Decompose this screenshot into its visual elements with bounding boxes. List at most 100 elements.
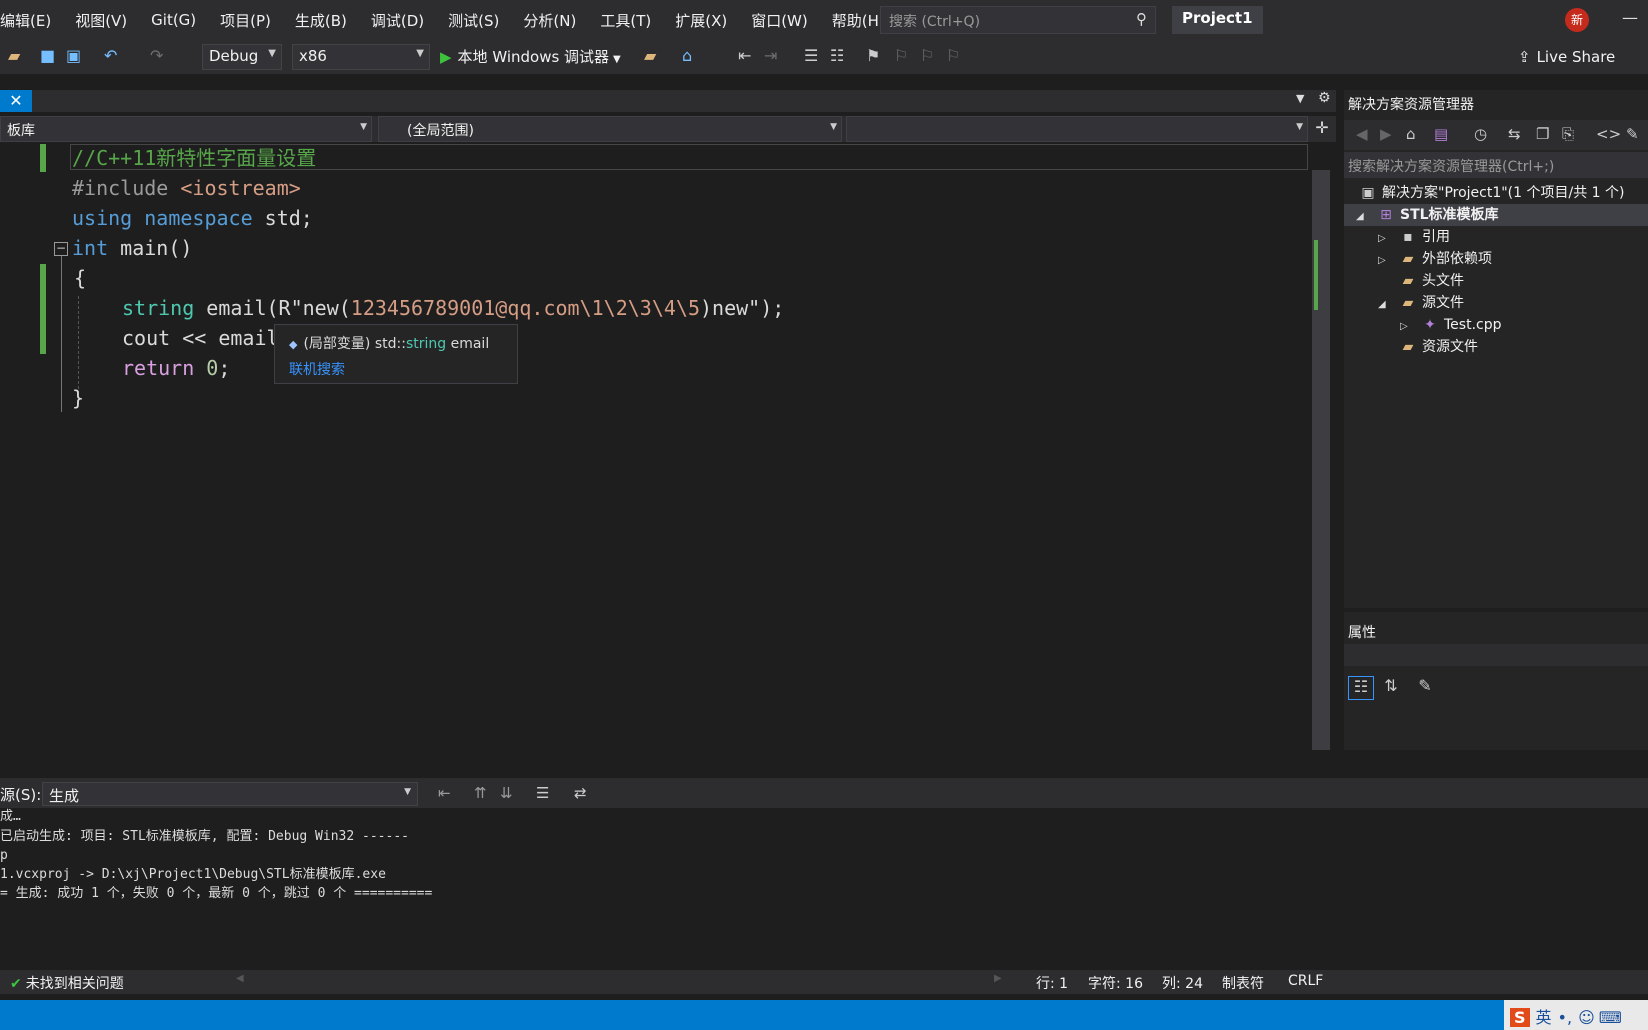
menu-edit[interactable]: 编辑(E) [0,10,51,31]
prev-bookmark-icon[interactable]: ⚐ [894,46,908,65]
tree-item-project[interactable]: ◢ ⊞ STL标准模板库 [1356,204,1499,226]
collapsed-arrow-icon[interactable]: ▷ [1378,250,1388,272]
eol-indicator[interactable]: CRLF [1288,973,1323,989]
navigation-bar: 板库 ▼ (全局范围) ▼ ▼ [0,116,1336,142]
menu-build[interactable]: 生成(B) [295,10,347,31]
tree-item-solution[interactable]: ▣ 解决方案"Project1"(1 个项目/共 1 个) [1360,182,1624,204]
global-scope-value: (全局范围) [407,123,474,139]
menu-tools[interactable]: 工具(T) [600,10,651,31]
identifier: )new"); [700,296,785,320]
gear-icon[interactable]: ⚙ [1318,90,1331,106]
undo-icon[interactable]: ↶ [104,46,117,65]
back-icon[interactable]: ◀ [1356,125,1368,143]
tree-item-label: 资源文件 [1422,339,1478,355]
next-message-icon[interactable]: ⇊ [500,784,513,802]
collapsed-arrow-icon[interactable]: ▷ [1400,316,1410,338]
folder-open-icon: ▰ [1402,295,1414,311]
project-scope-select[interactable]: 板库 ▼ [0,116,372,142]
output-line: p [0,848,8,863]
step-out-icon[interactable]: ⇥ [764,46,777,65]
global-scope-select[interactable]: (全局范围) ▼ [378,116,842,142]
member-select[interactable]: ▼ [846,116,1308,142]
clear-bookmark-icon[interactable]: ⚐ [946,46,960,65]
tree-item-header-files[interactable]: ▰ 头文件 [1400,270,1464,292]
property-pages-icon[interactable]: ✎ [1412,676,1438,700]
tabs-indicator[interactable]: 制表符 [1222,973,1264,993]
sync-icon[interactable]: ⇆ [1508,125,1521,143]
minimize-button[interactable]: — [1622,8,1638,27]
home-icon[interactable]: ⌂ [1406,125,1416,143]
tree-item-test-cpp[interactable]: ▷ ✦ Test.cpp [1400,314,1502,336]
code-editor[interactable] [0,144,1312,750]
step-icon[interactable]: ⇤ [738,46,751,65]
start-debugging-button[interactable]: ▶ 本地 Windows 调试器 ▼ [440,46,621,67]
expanded-arrow-icon[interactable]: ◢ [1356,206,1366,228]
output-source-select[interactable]: 生成 ▼ [42,782,418,806]
save-icon[interactable]: ■ [40,46,55,65]
bookmark-icon[interactable]: ⚑ [866,46,880,65]
news-badge[interactable]: 新 [1565,8,1589,32]
keyword: return [122,356,195,380]
folder-search-icon[interactable]: ▰ [644,46,656,65]
split-view-icon[interactable]: ✛ [1310,118,1334,140]
keyboard-icon: ⌨ [1598,1008,1622,1027]
tab-list-dropdown-icon[interactable]: ▼ [1296,92,1304,105]
keyword: int [72,236,109,260]
chevron-down-icon: ▼ [830,122,837,132]
tree-item-label: Test.cpp [1444,317,1502,333]
clear-all-icon[interactable]: ☰ [536,784,549,802]
collapse-all-icon[interactable]: ❐ [1536,125,1549,143]
open-folder-icon[interactable]: ▰ [8,46,20,65]
forward-icon[interactable]: ▶ [1380,125,1392,143]
platform-select[interactable]: x86 ▼ [292,44,430,70]
categorized-icon[interactable]: ☷ [1348,676,1374,700]
include-path: <iostream> [180,176,301,200]
online-search-link[interactable]: 联机搜索 [289,359,503,379]
switch-view-icon[interactable]: ▤ [1434,125,1448,143]
properties-wrench-icon[interactable]: ✎ [1626,125,1639,143]
keyword: namespace [144,206,253,230]
string-literal: 123456789001@qq.com\1\2\3\4\5 [350,296,700,320]
collapsed-arrow-icon[interactable]: ▷ [1378,228,1388,250]
history-icon[interactable]: ◷ [1474,125,1487,143]
tree-item-label: 引用 [1422,229,1450,245]
alphabetical-icon[interactable]: ⇅ [1378,676,1404,700]
scroll-left-icon[interactable]: ◀ [236,973,244,984]
ime-toolbar[interactable]: S 英 •, ☺ ⌨ [1504,1000,1648,1030]
tree-item-source-files[interactable]: ◢ ▰ 源文件 [1378,292,1464,314]
tree-item-resource-files[interactable]: ▰ 资源文件 [1400,336,1478,358]
menu-extensions[interactable]: 扩展(X) [675,10,727,31]
show-all-files-icon[interactable]: ⎘ [1562,125,1574,143]
save-all-icon[interactable]: ▣ [66,46,81,65]
menu-window[interactable]: 窗口(W) [751,10,808,31]
config-select[interactable]: Debug ▼ [202,44,282,70]
code-view-icon[interactable]: <> [1596,125,1621,143]
uncomment-icon[interactable]: ☷ [830,46,844,65]
tree-item-references[interactable]: ▷ ▪ 引用 [1378,226,1450,248]
issues-status[interactable]: ✔ 未找到相关问题 [10,973,124,993]
folder-icon: ▰ [1402,273,1414,289]
browser-icon[interactable]: ⌂ [682,46,692,65]
live-share-button[interactable]: ⇪ Live Share [1518,48,1615,66]
comment-icon[interactable]: ☰ [804,46,818,65]
expanded-arrow-icon[interactable]: ◢ [1378,294,1388,316]
menu-debug[interactable]: 调试(D) [371,10,424,31]
close-icon[interactable]: ✕ [0,90,32,112]
tree-item-external-deps[interactable]: ▷ ▰ 外部依赖项 [1378,248,1492,270]
menu-project[interactable]: 项目(P) [220,10,271,31]
menu-analyze[interactable]: 分析(N) [523,10,576,31]
chevron-down-icon: ▼ [613,54,621,65]
collapse-icon[interactable]: − [54,242,68,256]
prev-message-icon[interactable]: ⇈ [474,784,487,802]
solution-search-input[interactable]: 搜索解决方案资源管理器(Ctrl+;) [1344,152,1648,178]
menu-view[interactable]: 视图(V) [75,10,127,31]
scroll-right-icon[interactable]: ▶ [994,973,1002,984]
word-wrap-icon[interactable]: ⇄ [574,784,587,802]
menu-help[interactable]: 帮助(H) [832,10,885,31]
next-bookmark-icon[interactable]: ⚐ [920,46,934,65]
find-message-icon[interactable]: ⇤ [438,784,451,802]
search-input[interactable]: 搜索 (Ctrl+Q) ⚲ [880,6,1156,34]
redo-icon[interactable]: ↷ [150,46,163,65]
menu-git[interactable]: Git(G) [151,11,196,29]
menu-test[interactable]: 测试(S) [448,10,499,31]
